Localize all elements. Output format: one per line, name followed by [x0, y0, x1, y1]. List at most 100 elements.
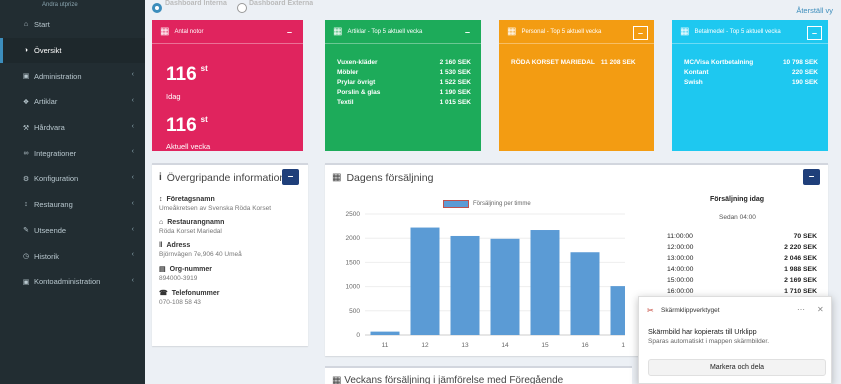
sidebar-item-2[interactable]: ▣ Administration ‹ [0, 63, 145, 89]
map-icon: ▤ [159, 266, 166, 273]
info-item-label-row: ⌂ Restaurangnamn [159, 219, 308, 226]
sales-collapse-button[interactable]: – [803, 169, 820, 185]
info-item-label-row: ☎ Telefonummer [159, 289, 308, 297]
sidebar-item-8[interactable]: ✎ Utseende ‹ [0, 218, 145, 244]
bar-14 [490, 238, 520, 335]
list-item-value: 10 798 SEK [782, 59, 818, 66]
info-item-label: Företagsnamn [166, 196, 215, 203]
sales-amount: 2 220 SEK [784, 244, 817, 251]
list-item: Swish 190 SEK [684, 78, 818, 88]
sales-box-header: ▦ Dagens försäljning [325, 165, 828, 190]
articles-list: Vuxen-kläder 2 160 SEK Möbler 1 530 SEK Pryl… [325, 44, 481, 108]
bar-12 [410, 227, 440, 335]
x-tick-label: 12 [421, 342, 429, 349]
tile-payment-header: ▦ Betalmedel - Top 5 aktuell vecka [672, 20, 828, 44]
list-item-value: 1 190 SEK [439, 89, 471, 96]
sidebar-item-1[interactable]: ◑ Översikt [0, 37, 145, 64]
sales-time: 15:00:00 [667, 277, 694, 284]
gears-icon: ⚙ [22, 175, 30, 183]
weekly-sales-header: ▦ Veckans försäljning i jämförelse med F… [332, 375, 563, 384]
sidebar-item-label: Artiklar [34, 97, 58, 107]
tile-articles-collapse-button[interactable]: – [460, 26, 475, 40]
bar-16 [570, 252, 600, 335]
info-item: ☎ Telefonummer 070-108 58 43 [152, 289, 308, 306]
list-item: RÖDA KORSET MARIEDAL 11 208 SEK [511, 58, 644, 68]
dashboard-icon: ◑ [23, 47, 29, 55]
bar-15 [530, 230, 560, 335]
info-collapse-button[interactable]: – [282, 169, 299, 185]
x-tick-label: 16 [581, 342, 589, 349]
tile-notes-title: Antal notor [174, 28, 204, 35]
sales-amount: 2 169 SEK [784, 277, 817, 284]
list-item-value: 2 160 SEK [439, 59, 471, 66]
chevron-left-icon: ‹ [131, 174, 134, 182]
notes-today-value: 116st [152, 58, 303, 86]
tile-notes-collapse-button[interactable]: – [282, 26, 297, 40]
barcode-icon: ‖ [159, 242, 163, 249]
notes-week-number: 116 [166, 115, 197, 136]
y-tick-label: 1500 [346, 259, 361, 266]
sales-amount: 1 988 SEK [784, 266, 817, 273]
tile-staff-collapse-button[interactable]: – [633, 26, 648, 40]
tile-staff-header: ▦ Personal - Top 5 aktuell vecka [499, 20, 654, 44]
notes-today-number: 116 [166, 64, 197, 85]
dashboard-intern-label: Dashboard Interna [165, 0, 227, 5]
sidebar-item-label: Restaurang [34, 200, 73, 210]
info-item: ▤ Org-nummer 894000-3919 [152, 265, 308, 282]
table-icon: ▦ [333, 26, 343, 37]
dashboard-extern-label: Dashboard Externa [249, 0, 314, 5]
mark-and-share-button[interactable]: Markera och dela [648, 359, 826, 376]
sidebar: Andra utprize ⌂ Start ◑ Översikt ▣ Administra… [0, 0, 145, 384]
info-item-value: 070-108 58 43 [159, 299, 201, 306]
close-icon[interactable]: ✕ [817, 305, 824, 314]
notes-week-unit: st [200, 115, 208, 124]
sidebar-item-10[interactable]: ▣ Kontoadministration ‹ [0, 269, 145, 295]
y-tick-label: 500 [349, 308, 360, 315]
table-row: 11:00:00 70 SEK [667, 231, 817, 242]
tile-payment-collapse-button[interactable]: – [807, 26, 822, 40]
sidebar-item-9[interactable]: ◷ Historik ‹ [0, 243, 145, 269]
sidebar-item-label: Start [34, 20, 50, 30]
info-box: i Övergripande information – ↕ Företagsna… [152, 163, 308, 346]
sidebar-item-5[interactable]: ∞ Integrationer ‹ [0, 140, 145, 166]
notes-week-value: 116st [152, 109, 303, 137]
sidebar-item-7[interactable]: ↕ Restaurang ‹ [0, 192, 145, 218]
bar-13 [450, 235, 480, 335]
list-item-name: Vuxen-kläder [337, 59, 378, 66]
sidebar-item-label: Integrationer [34, 148, 77, 158]
chevron-left-icon: ‹ [131, 251, 134, 259]
more-options-icon[interactable]: ⋯ [797, 305, 805, 314]
dashboard-extern-radio[interactable] [237, 3, 247, 13]
info-item-label-row: ↕ Företagsnamn [159, 196, 308, 203]
toast-message: Skärmbild har kopierats till Urklipp [648, 327, 757, 336]
list-item-name: Swish [684, 79, 703, 86]
sidebar-item-label: Kontoadministration [34, 277, 101, 287]
list-item-name: Prylar övrigt [337, 79, 376, 86]
info-item-label: Adress [166, 242, 191, 249]
cutlery-icon: ↕ [24, 201, 28, 209]
sidebar-item-3[interactable]: ❖ Artiklar ‹ [0, 89, 145, 115]
list-item-name: MC/Visa Kortbetalning [684, 59, 754, 66]
info-list: ↕ Företagsnamn Umeåkretsen av Svenska Röda… [152, 196, 308, 306]
sidebar-item-0[interactable]: ⌂ Start [0, 12, 145, 38]
y-tick-label: 2500 [346, 211, 361, 218]
sidebar-item-6[interactable]: ⚙ Konfiguration ‹ [0, 166, 145, 192]
info-item-value: Röda Korset Mariedal [159, 228, 222, 235]
reset-view-link[interactable]: Återställ vy [796, 6, 833, 15]
sales-time: 11:00:00 [667, 233, 693, 240]
bar-17 [610, 286, 625, 335]
sales-amount: 70 SEK [793, 233, 817, 240]
table-row: 14:00:00 1 988 SEK [667, 264, 817, 275]
chevron-left-icon: ‹ [131, 122, 134, 130]
list-item-value: 11 208 SEK [600, 59, 636, 66]
y-tick-label: 0 [356, 332, 360, 339]
tile-articles: ▦ Artiklar - Top 5 aktuell vecka – Vuxen… [325, 20, 481, 151]
list-item-name: Möbler [337, 69, 359, 76]
lock-icon: ▣ [22, 73, 30, 81]
tile-staff: ▦ Personal - Top 5 aktuell vecka – RÖDA … [499, 20, 654, 151]
dashboard-intern-radio[interactable] [152, 3, 162, 13]
notes-unit: st [200, 64, 208, 73]
link-icon: ∞ [23, 149, 29, 157]
sidebar-item-4[interactable]: ⚒ Hårdvara ‹ [0, 115, 145, 141]
list-item-value: 190 SEK [791, 79, 818, 86]
